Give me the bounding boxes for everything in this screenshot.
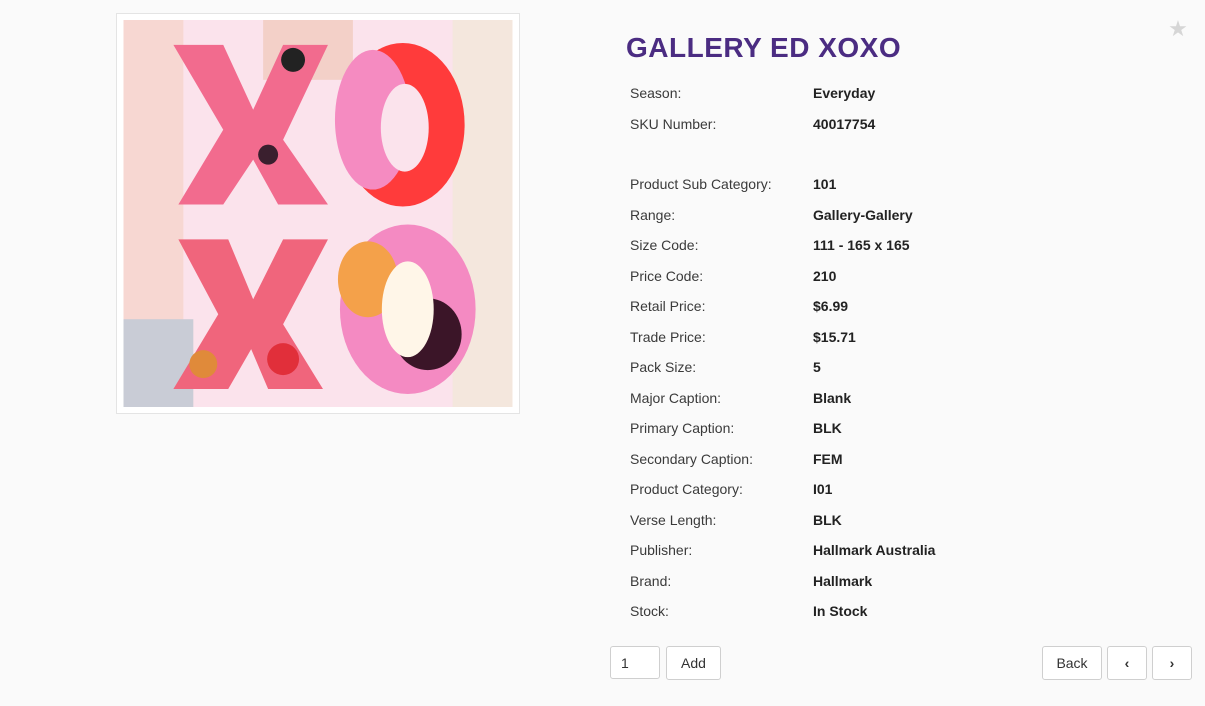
detail-row: Secondary Caption: FEM	[618, 444, 1178, 475]
detail-label: Major Caption:	[630, 389, 722, 406]
detail-row: Brand: Hallmark	[618, 566, 1178, 597]
detail-label: Season:	[630, 85, 682, 102]
product-image[interactable]	[116, 13, 520, 414]
detail-value: Blank	[813, 389, 852, 406]
detail-value: 101	[813, 176, 837, 193]
detail-spacer	[618, 139, 1178, 169]
detail-label: Product Category:	[630, 481, 743, 498]
product-title: GALLERY ED XOXO	[626, 32, 902, 63]
detail-value: In Stock	[813, 603, 868, 620]
detail-value: $15.71	[813, 328, 856, 345]
detail-label: Secondary Caption:	[630, 450, 753, 467]
add-to-cart-button[interactable]: Add	[666, 646, 721, 680]
quantity-input[interactable]	[610, 646, 660, 679]
detail-value: 111 - 165 x 165	[813, 237, 910, 254]
detail-label: Primary Caption:	[630, 420, 735, 437]
detail-label: Retail Price:	[630, 298, 706, 315]
detail-value: Gallery-Gallery	[813, 206, 913, 223]
detail-value: $6.99	[813, 298, 849, 315]
detail-label: Range:	[630, 206, 676, 223]
chevron-right-icon[interactable]: ›	[1152, 646, 1192, 680]
detail-row: Stock: In Stock	[618, 596, 1178, 627]
detail-row: Publisher: Hallmark Australia	[618, 535, 1178, 566]
detail-row: Verse Length: BLK	[618, 505, 1178, 536]
star-icon[interactable]: ★	[1165, 16, 1191, 42]
detail-label: Brand:	[630, 572, 672, 589]
detail-value: 210	[813, 267, 837, 284]
detail-label: Trade Price:	[630, 328, 706, 345]
product-details: Season: Everyday SKU Number: 40017754 Pr…	[618, 78, 1178, 627]
detail-value: FEM	[813, 450, 843, 467]
detail-row-season: Season: Everyday	[618, 78, 1178, 109]
detail-value: BLK	[813, 511, 842, 528]
detail-row: Retail Price: $6.99	[618, 291, 1178, 322]
detail-value: Everyday	[813, 85, 876, 102]
detail-row: Primary Caption: BLK	[618, 413, 1178, 444]
detail-label: Size Code:	[630, 237, 699, 254]
detail-label: Publisher:	[630, 542, 693, 559]
detail-row: Size Code: 111 - 165 x 165	[618, 230, 1178, 261]
detail-value: BLK	[813, 420, 842, 437]
detail-row: Product Sub Category: 101	[618, 169, 1178, 200]
detail-row: Trade Price: $15.71	[618, 322, 1178, 353]
detail-row-sku: SKU Number: 40017754	[618, 109, 1178, 140]
detail-value: Hallmark	[813, 572, 873, 589]
detail-row: Product Category: I01	[618, 474, 1178, 505]
detail-value: 5	[813, 359, 821, 376]
detail-value: 40017754	[813, 115, 876, 132]
detail-row: Price Code: 210	[618, 261, 1178, 292]
detail-label: Stock:	[630, 603, 669, 620]
chevron-left-icon[interactable]: ‹	[1107, 646, 1147, 680]
detail-row: Range: Gallery-Gallery	[618, 200, 1178, 231]
detail-group: Product Sub Category: 101 Range: Gallery-Ga…	[618, 169, 1178, 627]
detail-row: Pack Size: 5	[618, 352, 1178, 383]
detail-row: Major Caption: Blank	[618, 383, 1178, 414]
xoxo-artwork	[123, 20, 513, 407]
detail-label: Price Code:	[630, 267, 704, 284]
detail-value: Hallmark Australia	[813, 542, 936, 559]
detail-label: SKU Number:	[630, 115, 717, 132]
detail-label: Pack Size:	[630, 359, 697, 376]
back-button[interactable]: Back	[1042, 646, 1102, 680]
detail-label: Product Sub Category:	[630, 176, 772, 193]
detail-label: Verse Length:	[630, 511, 717, 528]
detail-value: I01	[813, 481, 833, 498]
